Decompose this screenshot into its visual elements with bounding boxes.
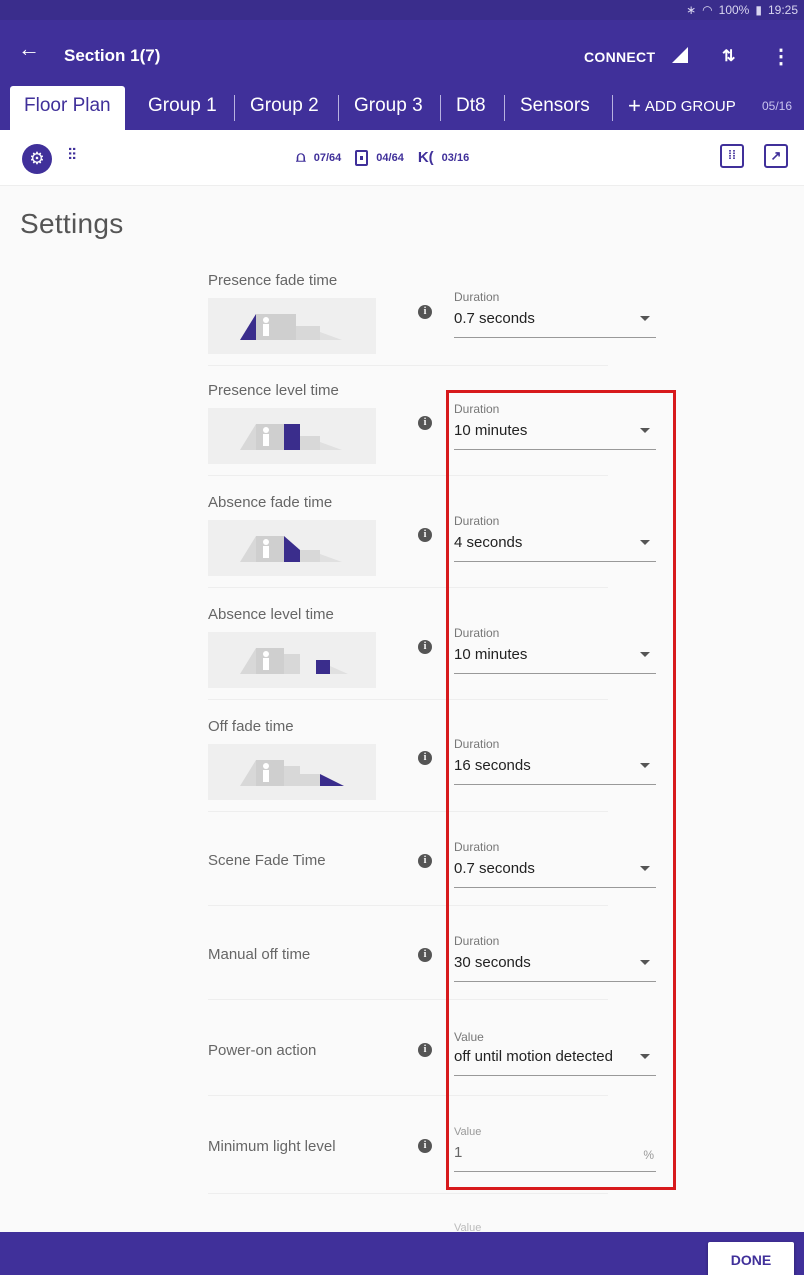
sensor-icon: K( [417, 149, 434, 166]
more-options-icon[interactable]: ⋮ [771, 44, 791, 69]
lamp-icon: ⩍ [296, 149, 306, 166]
info-icon[interactable]: i [418, 854, 432, 868]
back-arrow-icon[interactable]: ← [18, 38, 40, 60]
sort-icon[interactable]: ⇅ [722, 46, 735, 66]
tab-divider [234, 95, 235, 121]
info-icon[interactable]: i [418, 416, 432, 430]
tab-group-1[interactable]: Group 1 [148, 86, 217, 130]
add-group-label: ADD GROUP [644, 98, 736, 115]
tab-sensors[interactable]: Sensors [520, 86, 590, 130]
grid-select-icon[interactable]: ⁞⁞ [720, 144, 744, 168]
tab-divider [504, 95, 505, 121]
setting-label: Absence fade time [208, 494, 333, 511]
page-title: Section 1(7) [64, 46, 161, 65]
setting-label: Scene Fade Time [208, 852, 326, 869]
setting-label: Presence level time [208, 382, 339, 399]
tab-divider [612, 95, 613, 121]
add-group-button[interactable]: + ADD GROUP [628, 86, 736, 130]
app-bar: ← Section 1(7) CONNECT ⇅ ⋮ [0, 20, 804, 86]
absence-level-diagram [208, 632, 376, 688]
signal-icon [672, 47, 688, 63]
tab-divider [338, 95, 339, 121]
setting-label: Presence fade time [208, 272, 338, 289]
battery-icon: ▮ [755, 3, 762, 17]
field-label: Duration [454, 290, 500, 304]
status-bar: ∗ ◠ 100% ▮ 19:25 [0, 0, 804, 20]
setting-label: Power-on action [208, 1042, 317, 1059]
bottom-bar [0, 1232, 804, 1275]
done-button[interactable]: DONE [708, 1242, 794, 1275]
off-fade-diagram [208, 744, 376, 800]
group-tabs: Floor Plan Group 1 Group 2 Group 3 Dt8 S… [0, 86, 804, 130]
info-icon[interactable]: i [418, 948, 432, 962]
connect-button[interactable]: CONNECT [584, 49, 655, 65]
dropdown-caret-icon [640, 316, 650, 321]
settings-heading: Settings [20, 208, 124, 239]
setting-label: Absence level time [208, 606, 334, 623]
absence-fade-diagram [208, 520, 376, 576]
sliders-icon[interactable]: ⫶⫶ [68, 147, 76, 165]
battery-level: 100% [718, 3, 750, 17]
presence-fade-select[interactable]: Duration 0.7 seconds [454, 288, 656, 338]
device-counts: ⩍ 07/64 04/64 K( 03/16 [296, 149, 483, 166]
info-icon[interactable]: i [418, 1043, 432, 1057]
group-count: 05/16 [762, 99, 793, 113]
info-icon[interactable]: i [418, 640, 432, 654]
bluetooth-icon: ∗ [686, 3, 697, 17]
tab-floor-plan[interactable]: Floor Plan [10, 86, 125, 130]
highlight-box [446, 390, 676, 1190]
edit-icon[interactable]: ↗ [764, 144, 788, 168]
presence-fade-diagram [208, 298, 376, 354]
switch-count: 04/64 [376, 151, 404, 164]
setting-label: Minimum light level [208, 1138, 336, 1155]
info-icon[interactable]: i [418, 1139, 432, 1153]
toolbar: ⚙ ⫶⫶ ⩍ 07/64 04/64 K( 03/16 ⁞⁞ ↗ [0, 130, 804, 186]
tab-group-2[interactable]: Group 2 [250, 86, 319, 130]
tab-group-3[interactable]: Group 3 [354, 86, 423, 130]
tab-divider [440, 95, 441, 121]
setting-label: Off fade time [208, 718, 294, 735]
settings-gear-icon[interactable]: ⚙ [22, 144, 52, 174]
info-icon[interactable]: i [418, 751, 432, 765]
info-icon[interactable]: i [418, 528, 432, 542]
field-value: 0.7 seconds [454, 310, 535, 327]
wifi-icon: ◠ [702, 3, 713, 17]
tab-dt8[interactable]: Dt8 [456, 86, 486, 130]
lamp-count: 07/64 [313, 151, 342, 164]
switch-icon [355, 149, 369, 166]
info-icon[interactable]: i [418, 305, 432, 319]
setting-label: Manual off time [208, 946, 311, 963]
presence-level-diagram [208, 408, 376, 464]
sensor-count: 03/16 [441, 151, 470, 164]
plus-icon: + [628, 93, 641, 118]
clock: 19:25 [767, 3, 798, 17]
